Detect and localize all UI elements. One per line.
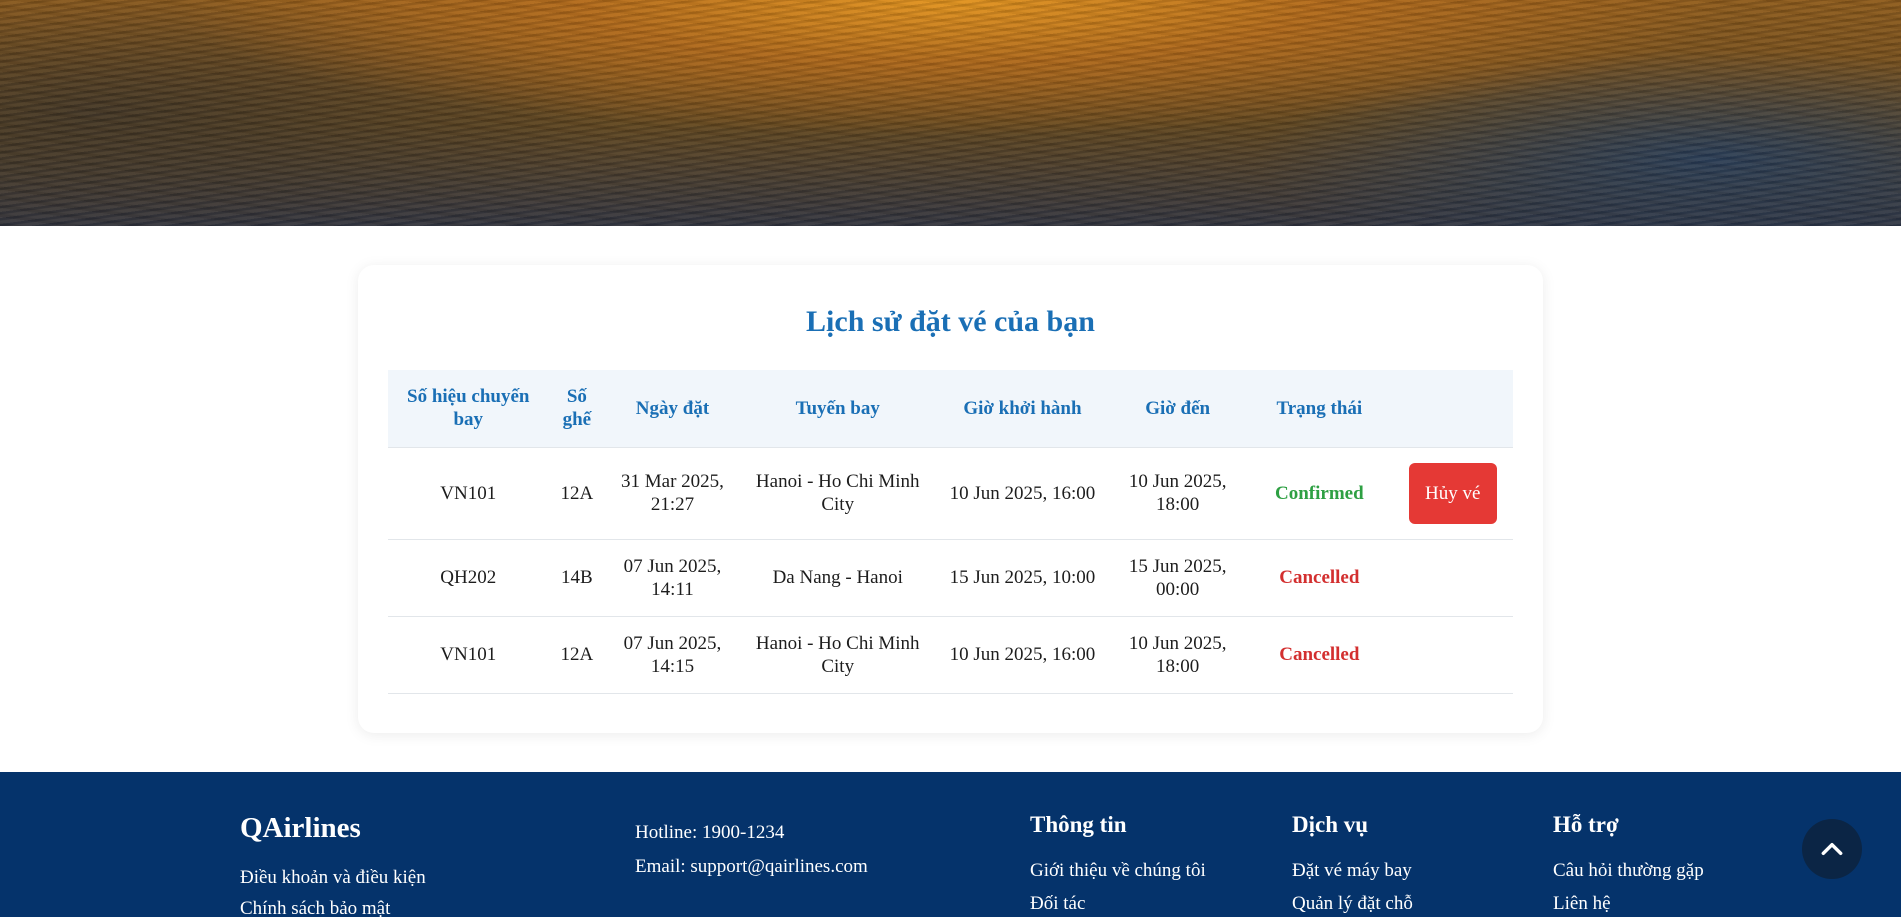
- arrival-cell: 10 Jun 2025, 18:00: [1128, 471, 1227, 515]
- table-row: VN101 12A 31 Mar 2025, 21:27 Hanoi - Ho …: [388, 447, 1513, 539]
- departure-cell: 10 Jun 2025, 16:00: [949, 644, 1096, 665]
- footer-link-partners[interactable]: Đối tác: [1030, 893, 1085, 915]
- seat-cell: 12A: [560, 482, 594, 504]
- footer-heading-support: Hỗ trợ: [1553, 812, 1619, 837]
- seat-cell: 12A: [560, 644, 594, 665]
- table-header: Số hiệu chuyến bay Số ghế Ngày đặt Tuyến…: [388, 370, 1513, 447]
- footer-hotline: Hotline: 1900-1234: [635, 822, 785, 843]
- column-header-route: Tuyến bay: [795, 397, 880, 419]
- scroll-to-top-button[interactable]: [1802, 819, 1862, 879]
- flight-number-cell: VN101: [440, 482, 497, 504]
- footer-link-about[interactable]: Giới thiệu về chúng tôi: [1030, 860, 1206, 882]
- route-cell: Hanoi - Ho Chi Minh City: [755, 471, 920, 515]
- column-header-flight-number: Số hiệu chuyến bay: [407, 386, 530, 431]
- booking-date-cell: 07 Jun 2025, 14:11: [623, 555, 722, 600]
- table-row: QH202 14B 07 Jun 2025, 14:11 Da Nang - H…: [388, 539, 1513, 616]
- column-header-action: [1393, 370, 1513, 447]
- departure-cell: 15 Jun 2025, 10:00: [949, 567, 1096, 588]
- site-footer: QAirlines Điều khoản và điều kiện Chính …: [0, 772, 1901, 919]
- status-badge: Confirmed: [1275, 482, 1364, 504]
- footer-heading-info: Thông tin: [1030, 812, 1127, 837]
- action-cell: Hủy vé: [1393, 447, 1513, 539]
- column-header-booking-date: Ngày đặt: [635, 397, 710, 419]
- footer-link-faq[interactable]: Câu hỏi thường gặp: [1553, 860, 1704, 882]
- footer-heading-services: Dịch vụ: [1292, 812, 1369, 837]
- booking-history-card: Lịch sử đặt vé của bạn Số hiệu chuyến ba…: [358, 265, 1543, 733]
- footer-link-terms[interactable]: Điều khoản và điều kiện: [240, 867, 426, 889]
- column-header-seat: Số ghế: [562, 386, 592, 431]
- route-cell: Hanoi - Ho Chi Minh City: [755, 632, 920, 677]
- column-header-departure: Giờ khởi hành: [963, 397, 1082, 419]
- flight-number-cell: QH202: [440, 567, 497, 588]
- status-badge: Cancelled: [1279, 567, 1360, 588]
- seat-cell: 14B: [561, 567, 593, 588]
- route-cell: Da Nang - Hanoi: [772, 567, 903, 588]
- arrival-cell: 15 Jun 2025, 00:00: [1128, 555, 1227, 600]
- action-cell: [1393, 616, 1513, 693]
- page-title: Lịch sử đặt vé của bạn: [806, 305, 1095, 338]
- departure-cell: 10 Jun 2025, 16:00: [949, 482, 1096, 504]
- footer-email: Email: support@qairlines.com: [635, 856, 868, 877]
- table-row: VN101 12A 07 Jun 2025, 14:15 Hanoi - Ho …: [388, 616, 1513, 693]
- column-header-arrival: Giờ đến: [1145, 397, 1211, 419]
- booking-history-table: Số hiệu chuyến bay Số ghế Ngày đặt Tuyến…: [388, 370, 1513, 694]
- cancel-ticket-button[interactable]: Hủy vé: [1408, 462, 1497, 524]
- footer-link-manage-booking[interactable]: Quản lý đặt chỗ: [1292, 893, 1413, 915]
- booking-date-cell: 07 Jun 2025, 14:15: [623, 632, 722, 677]
- table-header-row: Số hiệu chuyến bay Số ghế Ngày đặt Tuyến…: [388, 370, 1513, 447]
- action-cell: [1393, 539, 1513, 616]
- booking-date-cell: 31 Mar 2025, 21:27: [621, 471, 724, 515]
- hero-banner-image: [0, 0, 1901, 226]
- chevron-up-icon: [1821, 842, 1843, 856]
- status-badge: Cancelled: [1279, 644, 1360, 665]
- footer-link-contact[interactable]: Liên hệ: [1553, 893, 1611, 915]
- column-header-status: Trạng thái: [1276, 397, 1363, 419]
- flight-number-cell: VN101: [440, 644, 497, 665]
- footer-brand: QAirlines: [240, 812, 361, 844]
- footer-link-book-flight[interactable]: Đặt vé máy bay: [1292, 860, 1412, 882]
- arrival-cell: 10 Jun 2025, 18:00: [1128, 632, 1227, 677]
